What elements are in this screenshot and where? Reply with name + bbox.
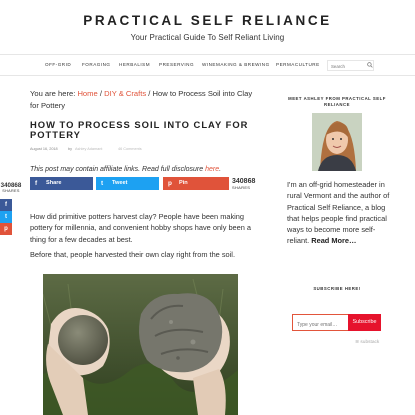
nav-divider-top <box>0 54 415 55</box>
share-total-label: SHARES <box>232 185 251 190</box>
floating-share-count: 340868 SHARES <box>0 182 22 193</box>
post-paragraph: How did primitive potters harvest clay? … <box>30 212 252 244</box>
twitter-icon: t <box>101 180 104 187</box>
post-date: August 16, 2018 <box>30 147 58 151</box>
breadcrumb-separator: / <box>148 89 151 98</box>
post-author-link[interactable]: Ashley Adamant <box>75 147 102 151</box>
pinterest-share-button[interactable]: p Pin <box>163 177 229 190</box>
substack-icon: ≋ <box>355 340 360 345</box>
twitter-icon: t <box>5 214 7 220</box>
breadcrumb-prefix: You are here: <box>30 89 76 98</box>
share-count: 340868 <box>0 182 22 189</box>
substack-label: substack <box>360 340 380 345</box>
pinterest-share-label: Pin <box>179 180 188 186</box>
sidebar-subscribe-heading: SUBSCRIBE HERE! <box>313 286 361 291</box>
email-field[interactable] <box>292 314 349 331</box>
facebook-share-button[interactable]: f Share <box>30 177 93 190</box>
side-twitter-button[interactable]: t <box>0 211 12 223</box>
breadcrumb-home-link[interactable]: Home <box>77 89 97 98</box>
nav-item-herbalism[interactable]: HERBALISM <box>119 62 150 67</box>
share-total: 340868 SHARES <box>232 178 255 190</box>
share-label: SHARES <box>2 189 20 193</box>
post-by: by <box>68 147 73 151</box>
disclosure-text: This post may contain affiliate links. R… <box>30 166 204 173</box>
site-title[interactable]: PRACTICAL SELF RELIANCE <box>0 13 415 28</box>
twitter-share-button[interactable]: t Tweet <box>96 177 159 190</box>
search-icon[interactable] <box>367 62 373 68</box>
twitter-share-label: Tweet <box>112 180 128 186</box>
subscribe-button[interactable]: Subscribe <box>348 314 381 331</box>
sidebar-about: I'm an off-grid homesteader in rural Ver… <box>287 179 395 247</box>
nav-divider-bottom <box>0 75 415 76</box>
side-facebook-button[interactable]: f <box>0 199 12 211</box>
nav-item-preserving[interactable]: PRESERVING <box>159 62 194 67</box>
breadcrumb: You are here: Home / DIY & Crafts / How … <box>30 88 260 111</box>
pinterest-icon: p <box>168 180 172 187</box>
facebook-share-label: Share <box>46 180 62 186</box>
site-tagline: Your Practical Guide To Self Reliant Liv… <box>130 33 285 42</box>
facebook-icon: f <box>35 180 38 187</box>
pinterest-icon: p <box>4 226 8 232</box>
disclosure-period: . <box>219 166 222 173</box>
substack-link[interactable]: ≋ substack <box>355 340 379 345</box>
breadcrumb-separator: / <box>99 89 102 98</box>
nav-item-foraging[interactable]: FORAGING <box>82 62 111 67</box>
nav-item-off-grid[interactable]: OFF-GRID <box>45 62 71 67</box>
affiliate-disclosure: This post may contain affiliate links. R… <box>30 166 221 173</box>
nav-item-winemaking[interactable]: WINEMAKING & BREWING <box>202 62 270 67</box>
author-avatar <box>312 113 362 171</box>
share-total-count: 340868 <box>232 178 256 185</box>
post-title: HOW TO PROCESS SOIL INTO CLAY FOR POTTER… <box>30 119 249 140</box>
clay-soil-photo <box>43 274 238 415</box>
side-pinterest-button[interactable]: p <box>0 223 12 235</box>
breadcrumb-category-link[interactable]: DIY & Crafts <box>104 89 146 98</box>
disclosure-link[interactable]: here <box>205 166 219 173</box>
facebook-icon: f <box>5 202 7 208</box>
post-comments-link[interactable]: 46 Comments <box>118 147 142 151</box>
post-paragraph: Before that, people harvested their own … <box>30 250 235 259</box>
read-more-link[interactable]: Read More… <box>311 236 356 245</box>
sidebar-meet-heading: MEET ASHLEY FROM PRACTICAL SELF RELIANCE <box>288 96 386 107</box>
nav-item-permaculture[interactable]: PERMACULTURE <box>276 62 320 67</box>
